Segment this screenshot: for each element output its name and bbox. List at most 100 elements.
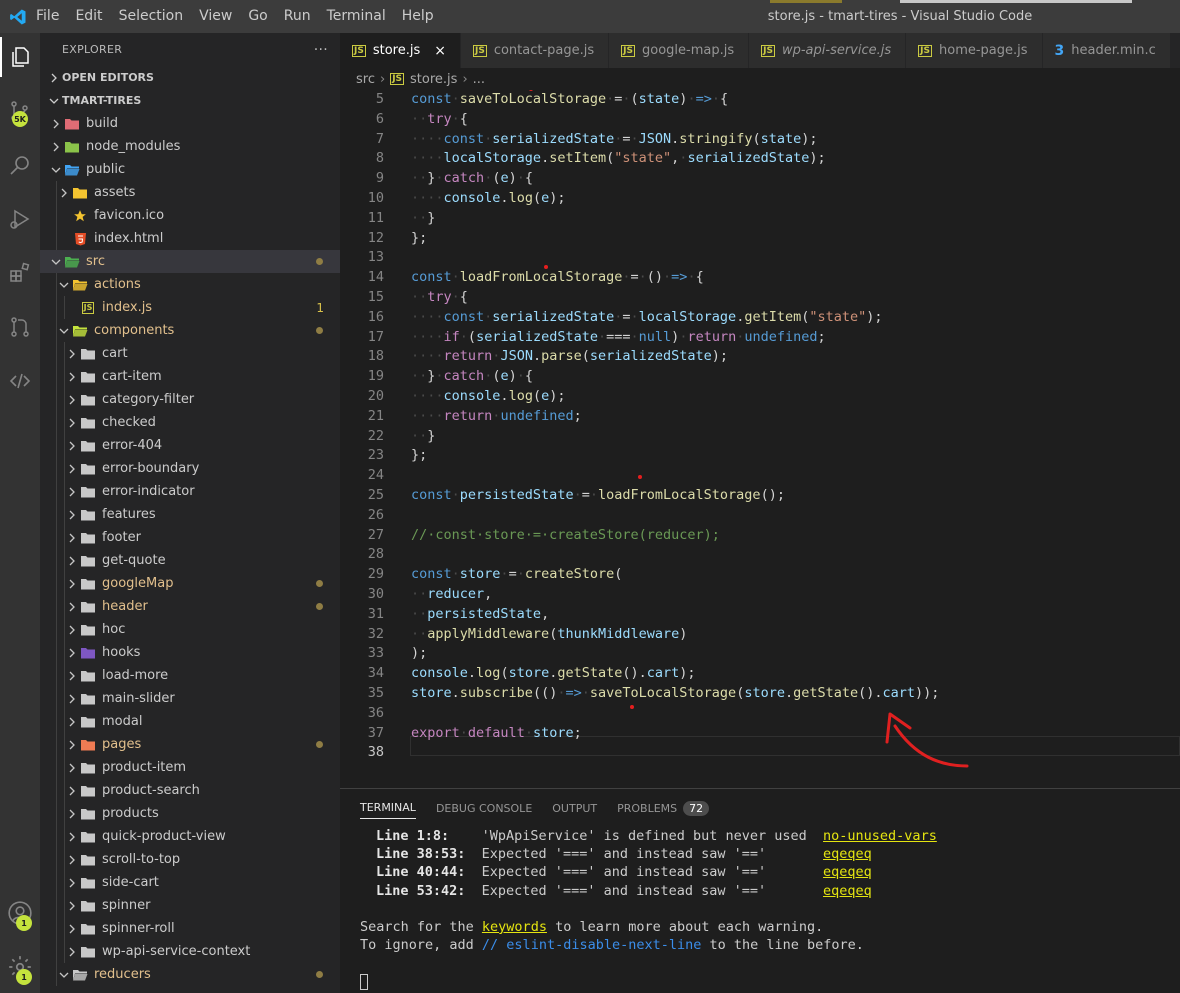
code-token: ) <box>508 368 517 385</box>
problem-count: 1 <box>316 300 324 315</box>
project-section[interactable]: TMART-TIRES <box>40 89 340 112</box>
run-debug-icon[interactable] <box>0 199 40 239</box>
indent-guide <box>64 940 65 963</box>
warning-rule-link[interactable]: no-unused-vars <box>823 828 937 844</box>
keywords-link[interactable]: keywords <box>482 919 547 935</box>
tree-item-googlemap[interactable]: googleMap <box>40 572 340 595</box>
menu-edit[interactable]: Edit <box>67 0 110 33</box>
tree-item-footer[interactable]: footer <box>40 526 340 549</box>
tree-item-scroll-to-top[interactable]: scroll-to-top <box>40 848 340 871</box>
tab-header-min-c[interactable]: 3 header.min.c <box>1042 33 1171 68</box>
warning-rule-link[interactable]: eqeqeq <box>823 864 872 880</box>
open-editors-section[interactable]: OPEN EDITORS <box>40 66 340 89</box>
code-token: subscribe <box>459 684 533 701</box>
tree-item-label: header <box>102 599 148 614</box>
menu-run[interactable]: Run <box>276 0 319 33</box>
tab-home-page-js[interactable]: JS home-page.js <box>906 33 1043 68</box>
code-editor[interactable]: 5 const·saveToLocalStorage·=·(state)·=>·{… <box>340 90 1180 788</box>
explorer-icon[interactable] <box>0 37 40 77</box>
tree-item-quick-product-view[interactable]: quick-product-view <box>40 825 340 848</box>
source-control-icon[interactable]: 5K <box>0 91 40 131</box>
tree-item-public[interactable]: public <box>40 158 340 181</box>
tree-item-src[interactable]: src <box>40 250 340 273</box>
code-line: 12}; <box>340 229 1180 249</box>
tree-item-label: scroll-to-top <box>102 852 181 867</box>
tree-item-category-filter[interactable]: category-filter <box>40 388 340 411</box>
tree-item-get-quote[interactable]: get-quote <box>40 549 340 572</box>
breadcrumb-more[interactable]: ... <box>473 72 485 87</box>
tree-item-index-html[interactable]: index.html <box>40 227 340 250</box>
breadcrumb-file[interactable]: store.js <box>410 72 457 87</box>
panel-tab-debug-console[interactable]: DEBUG CONSOLE <box>436 789 532 827</box>
tree-item-product-item[interactable]: product-item <box>40 756 340 779</box>
tree-item-error-404[interactable]: error-404 <box>40 434 340 457</box>
warning-line: Line 1:8: 'WpApiService' is defined but … <box>360 827 1180 845</box>
close-icon[interactable]: × <box>434 43 446 59</box>
tree-item-product-search[interactable]: product-search <box>40 779 340 802</box>
tree-item-actions[interactable]: actions <box>40 273 340 296</box>
tree-item-main-slider[interactable]: main-slider <box>40 687 340 710</box>
more-actions-button[interactable]: ··· <box>314 42 328 58</box>
tree-item-hooks[interactable]: hooks <box>40 641 340 664</box>
tree-item-checked[interactable]: checked <box>40 411 340 434</box>
accounts-icon[interactable]: 1 <box>0 893 40 933</box>
tree-item-error-boundary[interactable]: error-boundary <box>40 457 340 480</box>
tree-item-build[interactable]: build <box>40 112 340 135</box>
menu-selection[interactable]: Selection <box>111 0 192 33</box>
warning-rule-link[interactable]: eqeqeq <box>823 846 872 862</box>
tree-item-header[interactable]: header <box>40 595 340 618</box>
panel-tab-terminal[interactable]: TERMINAL <box>360 797 416 819</box>
panel-tab-output[interactable]: OUTPUT <box>552 789 597 827</box>
chevron-right-icon <box>64 372 80 382</box>
tree-item-side-cart[interactable]: side-cart <box>40 871 340 894</box>
folder-open-icon <box>64 162 80 178</box>
panel-tab-problems[interactable]: PROBLEMS 72 <box>617 789 710 827</box>
terminal-prompt[interactable] <box>360 973 1180 991</box>
warning-rule-link[interactable]: eqeqeq <box>823 883 872 899</box>
breadcrumb-folder[interactable]: src <box>356 72 375 87</box>
search-icon[interactable] <box>0 145 40 185</box>
tree-item-components[interactable]: components <box>40 319 340 342</box>
tree-item-error-indicator[interactable]: error-indicator <box>40 480 340 503</box>
tree-item-modal[interactable]: modal <box>40 710 340 733</box>
menu-help[interactable]: Help <box>394 0 442 33</box>
code-token: ···· <box>411 387 444 404</box>
tree-item-assets[interactable]: assets <box>40 181 340 204</box>
tree-item-cart-item[interactable]: cart-item <box>40 365 340 388</box>
tab-google-map-js[interactable]: JS google-map.js <box>609 33 750 68</box>
code-token: · <box>711 91 720 107</box>
warning-line: Line 40:44: Expected '===' and instead s… <box>360 863 1180 881</box>
tree-item-wp-api-service-context[interactable]: wp-api-service-context <box>40 940 340 963</box>
menu-file[interactable]: File <box>36 0 67 33</box>
tree-item-cart[interactable]: cart <box>40 342 340 365</box>
tree-item-index-js[interactable]: JS index.js 1 <box>40 296 340 319</box>
extensions-icon[interactable] <box>0 253 40 293</box>
title-bar: File Edit Selection View Go Run Terminal Help s… <box>0 0 1180 33</box>
manage-gear-icon[interactable]: 1 <box>0 947 40 987</box>
indent-guide <box>64 618 65 641</box>
tab-contact-page-js[interactable]: JS contact-page.js <box>460 33 610 68</box>
tree-item-pages[interactable]: pages <box>40 733 340 756</box>
folder-icon <box>80 461 96 477</box>
tree-item-node-modules[interactable]: node_modules <box>40 135 340 158</box>
menu-go[interactable]: Go <box>240 0 275 33</box>
code-text: ··try·{ <box>411 110 468 130</box>
remote-explorer-icon[interactable] <box>0 361 40 401</box>
tree-item-products[interactable]: products <box>40 802 340 825</box>
tree-item-spinner[interactable]: spinner <box>40 894 340 917</box>
tree-item-hoc[interactable]: hoc <box>40 618 340 641</box>
tree-item-favicon-ico[interactable]: favicon.ico <box>40 204 340 227</box>
code-token: · <box>451 288 460 305</box>
terminal-output[interactable]: Line 1:8: 'WpApiService' is defined but … <box>340 827 1180 991</box>
tree-item-reducers[interactable]: reducers <box>40 963 340 986</box>
indent-guide <box>64 434 65 457</box>
tree-item-features[interactable]: features <box>40 503 340 526</box>
pull-requests-icon[interactable] <box>0 307 40 347</box>
tree-item-spinner-roll[interactable]: spinner-roll <box>40 917 340 940</box>
menu-view[interactable]: View <box>191 0 240 33</box>
tab-store-js[interactable]: JS store.js × <box>340 33 461 68</box>
tree-item-load-more[interactable]: load-more <box>40 664 340 687</box>
tab-wp-api-service-js[interactable]: JS wp-api-service.js <box>749 33 907 68</box>
accounts-badge: 1 <box>16 915 32 931</box>
menu-terminal[interactable]: Terminal <box>319 0 394 33</box>
